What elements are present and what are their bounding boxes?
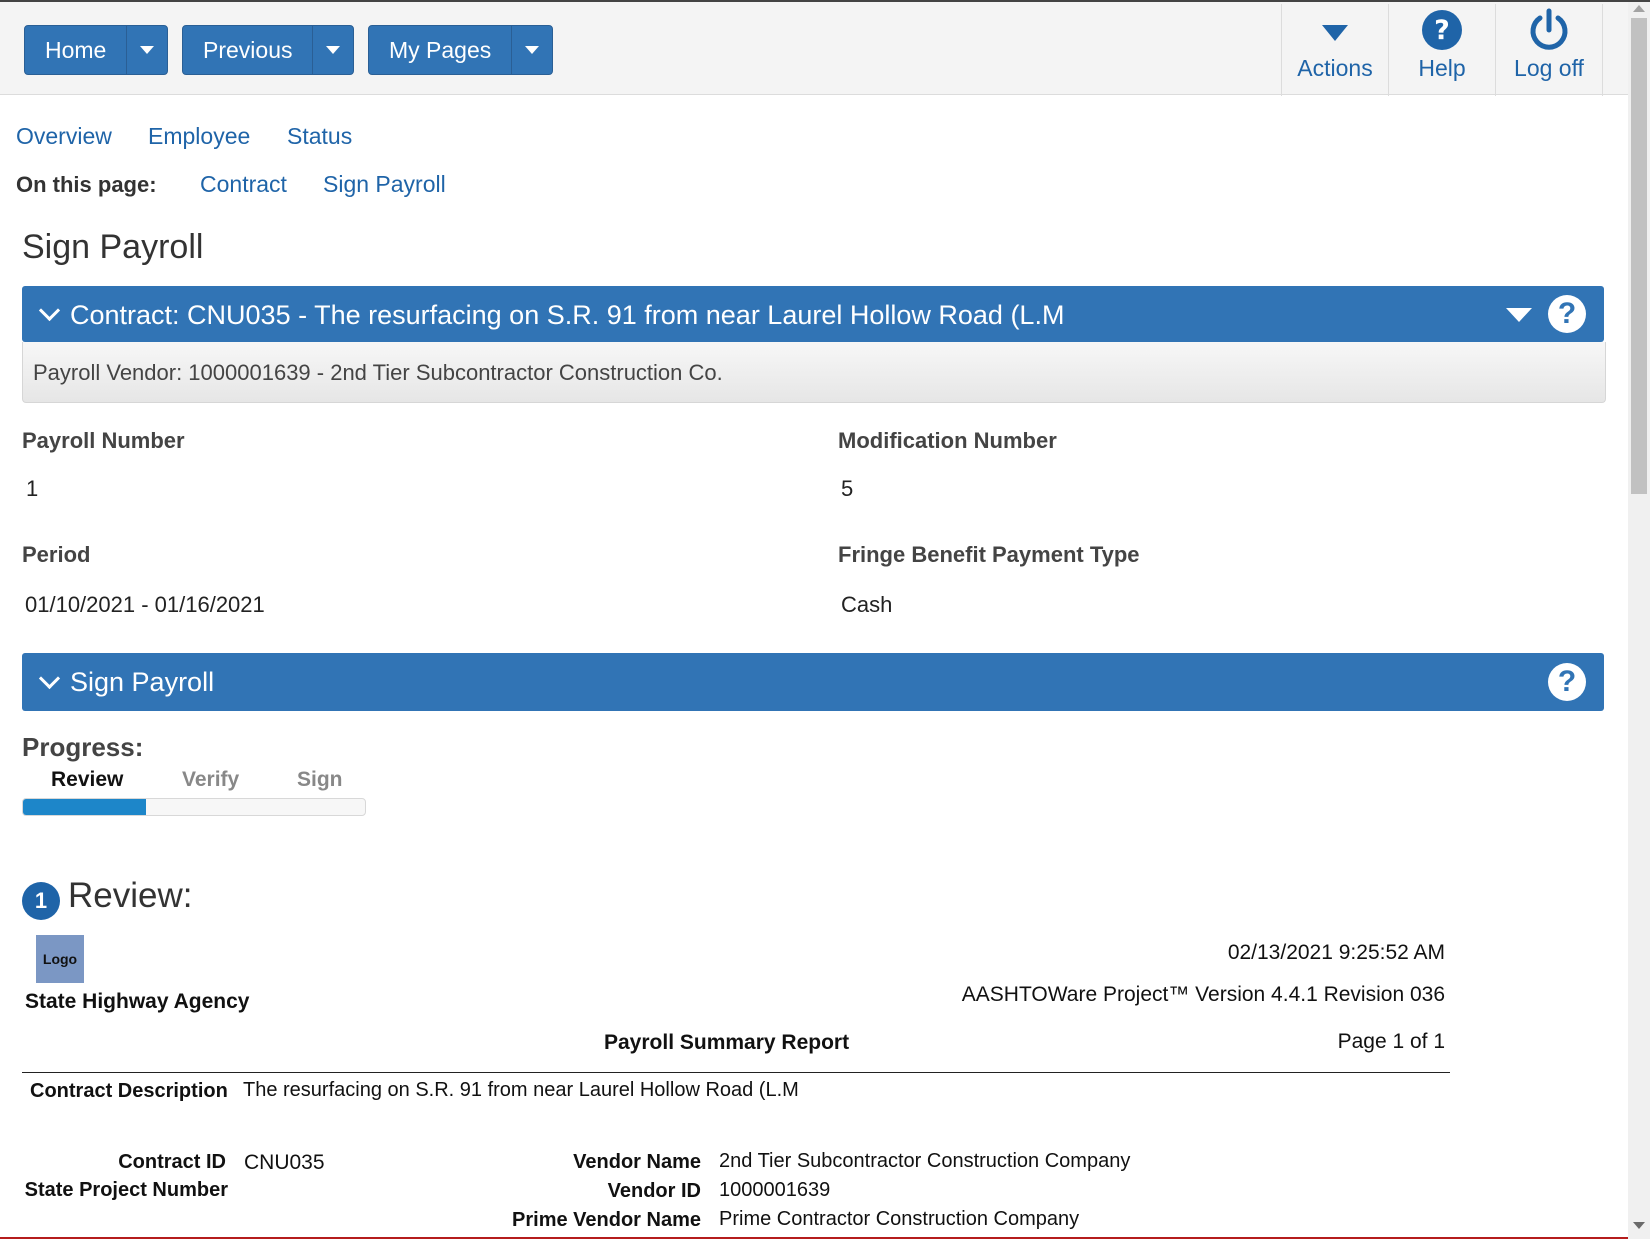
modification-number-label: Modification Number (838, 428, 1057, 453)
period-label: Period (22, 542, 91, 567)
tab-employee[interactable]: Employee (148, 123, 250, 150)
report-title: Payroll Summary Report (604, 1031, 850, 1054)
sign-payroll-panel-header[interactable]: Sign Payroll ? (22, 653, 1604, 711)
vendor-name-value: 2nd Tier Subcontractor Construction Comp… (719, 1150, 1131, 1172)
review-step-number-badge: 1 (22, 882, 60, 920)
previous-nav-group: Previous (182, 25, 355, 75)
contract-panel-title: Contract: CNU035 - The resurfacing on S.… (70, 300, 1065, 330)
tab-overview[interactable]: Overview (16, 123, 112, 150)
contract-help-icon[interactable]: ? (1548, 295, 1586, 333)
panel-menu-caret-icon[interactable] (1506, 308, 1532, 322)
contract-id-value: CNU035 (244, 1151, 325, 1174)
agency-logo: Logo (36, 935, 84, 983)
previous-button[interactable]: Previous (183, 26, 312, 74)
collapse-chevron-icon[interactable] (38, 299, 61, 322)
progress-step-verify: Verify (182, 768, 240, 791)
top-navigation-bar: Home Previous My Pages Actions ? Help Lo… (0, 2, 1628, 96)
contract-panel-subheader: Payroll Vendor: 1000001639 - 2nd Tier Su… (22, 342, 1606, 403)
power-icon (1530, 8, 1568, 50)
progress-step-sign: Sign (297, 768, 343, 791)
report-page-number: Page 1 of 1 (1337, 1030, 1445, 1053)
actions-label: Actions (1297, 55, 1373, 81)
period-value: 01/10/2021 - 01/16/2021 (25, 592, 265, 617)
report-version: AASHTOWare Project™ Version 4.4.1 Revisi… (961, 983, 1445, 1006)
payroll-vendor-text: Payroll Vendor: 1000001639 - 2nd Tier Su… (33, 360, 723, 385)
sign-payroll-help-icon[interactable]: ? (1548, 663, 1586, 701)
collapse-chevron-icon[interactable] (38, 667, 61, 690)
page-title: Sign Payroll (22, 228, 204, 266)
my-pages-dropdown-button[interactable] (511, 26, 552, 74)
help-label: Help (1418, 55, 1466, 81)
home-nav-group: Home (24, 25, 169, 75)
payroll-number-label: Payroll Number (22, 428, 185, 453)
anchor-link-contract[interactable]: Contract (200, 171, 287, 198)
contract-id-label: Contract ID (118, 1151, 226, 1173)
progress-bar-fill (23, 799, 147, 815)
scrollbar-thumb[interactable] (1631, 18, 1647, 494)
progress-bar (22, 798, 366, 816)
help-icon: ? (1422, 10, 1462, 50)
scroll-up-arrow-icon[interactable] (1633, 5, 1645, 12)
prime-vendor-name-value: Prime Contractor Construction Company (719, 1208, 1080, 1230)
tab-status[interactable]: Status (287, 123, 352, 150)
chevron-down-icon (140, 46, 155, 54)
progress-step-review: Review (51, 768, 124, 791)
vendor-id-label: Vendor ID (607, 1180, 701, 1202)
contract-description-label: Contract Description (30, 1080, 228, 1102)
vendor-id-value: 1000001639 (719, 1179, 831, 1201)
sign-payroll-panel-title: Sign Payroll (70, 667, 215, 697)
log-off-button[interactable]: Log off (1495, 4, 1603, 96)
chevron-down-icon (326, 46, 341, 54)
my-pages-nav-group: My Pages (368, 25, 554, 75)
fringe-benefit-label: Fringe Benefit Payment Type (838, 542, 1140, 567)
payroll-number-value: 1 (26, 476, 39, 501)
progress-label: Progress: (22, 732, 144, 762)
prime-vendor-name-label: Prime Vendor Name (512, 1209, 701, 1231)
chevron-down-icon (525, 46, 540, 54)
on-this-page-label: On this page: (16, 172, 157, 197)
review-heading: Review: (68, 876, 193, 915)
fringe-benefit-value: Cash (841, 592, 893, 617)
anchor-link-sign-payroll[interactable]: Sign Payroll (323, 171, 446, 198)
svg-text:?: ? (1434, 15, 1450, 46)
home-button[interactable]: Home (25, 26, 126, 74)
modification-number-value: 5 (841, 476, 854, 501)
actions-menu-button[interactable]: Actions (1281, 4, 1388, 96)
scroll-down-arrow-icon[interactable] (1633, 1222, 1645, 1229)
logo-text: Logo (42, 951, 78, 967)
home-dropdown-button[interactable] (126, 26, 167, 74)
contract-panel-header[interactable]: Contract: CNU035 - The resurfacing on S.… (22, 286, 1604, 342)
agency-name: State Highway Agency (25, 990, 250, 1013)
vendor-name-label: Vendor Name (573, 1151, 701, 1173)
actions-caret-icon (1322, 25, 1348, 41)
help-button[interactable]: ? Help (1388, 4, 1495, 96)
my-pages-button[interactable]: My Pages (369, 26, 511, 74)
previous-dropdown-button[interactable] (312, 26, 353, 74)
report-timestamp: 02/13/2021 9:25:52 AM (1227, 941, 1445, 964)
report-divider (22, 1072, 1450, 1073)
log-off-label: Log off (1514, 55, 1584, 81)
state-project-number-label: State Project Number (24, 1179, 228, 1201)
contract-description-value: The resurfacing on S.R. 91 from near Lau… (243, 1079, 799, 1101)
